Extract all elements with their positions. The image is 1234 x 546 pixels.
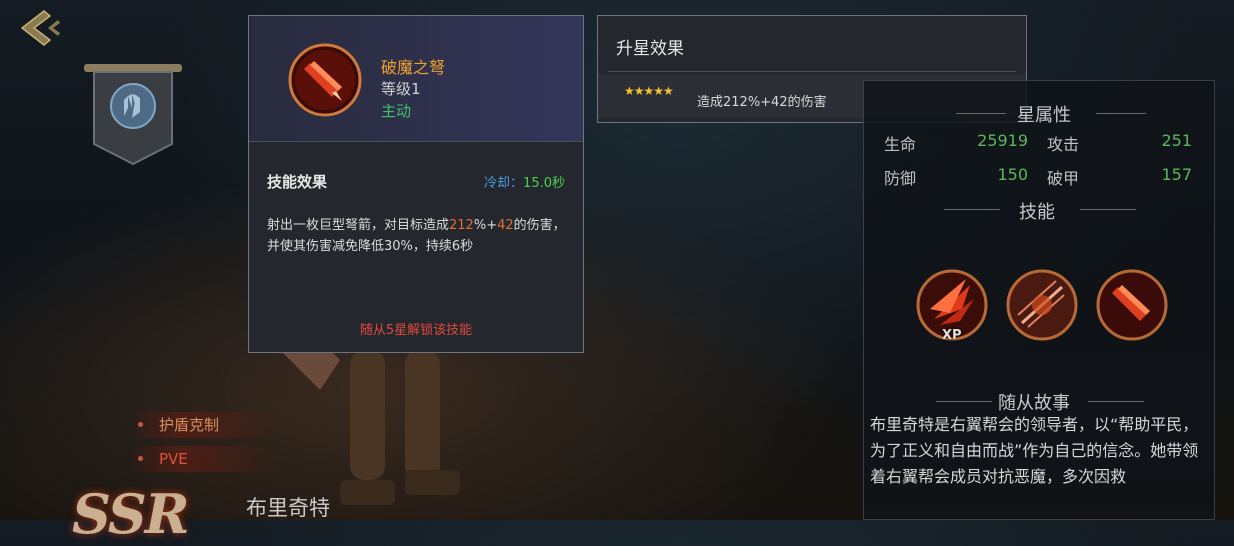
divider bbox=[1088, 401, 1144, 402]
unlock-requirement: 随从5星解锁该技能 bbox=[359, 323, 473, 338]
rarity-logo: SSR bbox=[72, 482, 190, 546]
guild-banner-icon bbox=[84, 64, 182, 168]
stat-label: 破甲 bbox=[1047, 169, 1080, 188]
divider bbox=[1096, 113, 1146, 114]
cooldown: 冷却：15.0秒 bbox=[484, 176, 565, 191]
divider bbox=[956, 113, 1006, 114]
stat-value: 25919 bbox=[977, 131, 1028, 150]
skill-detail-popup: 破魔之弩 等级1 主动 技能效果 冷却：15.0秒 射出一枚巨型弩箭，对目标造成… bbox=[248, 15, 584, 353]
stat-value: 150 bbox=[997, 165, 1028, 184]
stat-label: 防御 bbox=[884, 169, 917, 188]
xp-label: XP bbox=[942, 328, 962, 343]
five-star-icon: ★★★★★ bbox=[624, 84, 674, 98]
star-up-title: 升星效果 bbox=[616, 39, 684, 59]
stat-value: 251 bbox=[1161, 131, 1192, 150]
skill-description: 射出一枚巨型弩箭，对目标造成212%+42的伤害，并使其伤害减免降低30%，持续… bbox=[267, 218, 566, 254]
attributes-title: 星属性 bbox=[1017, 105, 1071, 126]
tag-shield-counter: 护盾克制 bbox=[130, 412, 280, 438]
hero-info-panel: 星属性 生命 25919 攻击 251 防御 150 破甲 157 技能 XP bbox=[863, 80, 1215, 520]
stat-label: 生命 bbox=[884, 135, 917, 154]
story-text: 布里奇特是右翼帮会的领导者，以“帮助平民，为了正义和自由而战”作为自己的信念。她… bbox=[870, 415, 1199, 486]
skills-title: 技能 bbox=[1019, 202, 1055, 223]
skill-type: 主动 bbox=[381, 102, 412, 120]
star-effect-text: 造成212%+42的伤害 bbox=[697, 95, 827, 110]
back-arrow-icon[interactable] bbox=[18, 8, 62, 48]
arrow-rain-skill-icon[interactable] bbox=[1006, 269, 1078, 341]
crossbow-skill-icon[interactable] bbox=[1096, 269, 1168, 341]
stat-label: 攻击 bbox=[1047, 135, 1080, 154]
skill-level: 等级1 bbox=[381, 80, 421, 98]
stat-value: 157 bbox=[1161, 165, 1192, 184]
tag-pve: PVE bbox=[130, 446, 280, 472]
divider bbox=[936, 401, 992, 402]
skill-header: 破魔之弩 等级1 主动 bbox=[249, 16, 583, 142]
crossbow-skill-icon bbox=[288, 43, 362, 117]
skill-name: 破魔之弩 bbox=[381, 58, 446, 77]
divider bbox=[608, 71, 1016, 72]
divider bbox=[1080, 209, 1136, 210]
divider bbox=[944, 209, 1000, 210]
hero-name: 布里奇特 bbox=[246, 496, 330, 520]
effect-title: 技能效果 bbox=[267, 173, 328, 191]
